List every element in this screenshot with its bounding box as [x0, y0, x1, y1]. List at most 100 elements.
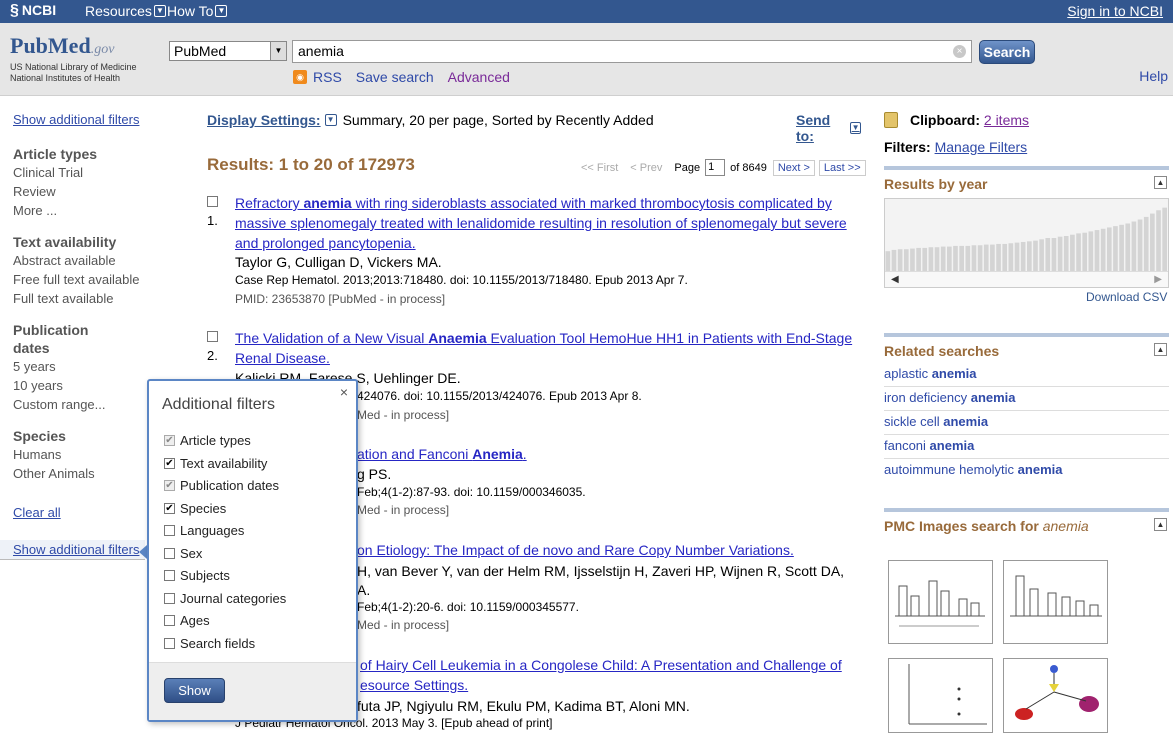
resources-menu[interactable]: Resources ▼ — [85, 3, 166, 19]
clipboard-items-link[interactable]: 2 items — [984, 112, 1029, 128]
year-bar[interactable] — [990, 244, 995, 271]
result-title-link[interactable]: ation and Fanconi Anemia. — [357, 444, 837, 464]
year-bar[interactable] — [910, 248, 915, 271]
show-additional-filters-link[interactable]: Show additional filters — [13, 112, 148, 127]
filter-option-subjects[interactable]: Subjects — [164, 568, 230, 583]
filter-option-checkbox[interactable]: ✔ — [164, 480, 175, 491]
year-bar[interactable] — [1106, 227, 1112, 271]
year-bar[interactable] — [1113, 226, 1118, 271]
year-bar[interactable] — [1131, 221, 1137, 272]
year-bar[interactable] — [1156, 210, 1161, 271]
filter-option-search-fields[interactable]: Search fields — [164, 636, 255, 651]
search-button[interactable]: Search — [979, 40, 1035, 64]
pubmed-logo[interactable]: PubMed.gov US National Library of Medici… — [10, 33, 137, 84]
year-bar[interactable] — [1082, 232, 1088, 271]
help-link[interactable]: Help — [1139, 68, 1168, 84]
filter-option-checkbox[interactable] — [164, 615, 175, 626]
year-bar[interactable] — [934, 247, 940, 271]
year-bar[interactable] — [1002, 243, 1008, 271]
related-search-link[interactable]: sickle cell anemia — [884, 411, 1169, 435]
year-bar[interactable] — [1014, 242, 1020, 271]
year-bar[interactable] — [903, 249, 909, 271]
database-select[interactable]: PubMed ▼ — [169, 41, 287, 61]
year-bar[interactable] — [885, 251, 891, 271]
scroll-left-icon[interactable]: ◀ — [891, 274, 899, 285]
collapse-icon[interactable]: ▲ — [1154, 518, 1167, 531]
prev-page-link[interactable]: < Prev — [630, 162, 662, 174]
filter-option-checkbox[interactable]: ✔ — [164, 502, 175, 514]
filter-option-checkbox[interactable]: ✔ — [164, 457, 175, 469]
filter-option-species[interactable]: ✔ Species — [164, 501, 226, 516]
filter-option-checkbox[interactable] — [164, 525, 175, 536]
year-bar[interactable] — [1051, 238, 1057, 271]
filter-humans[interactable]: Humans — [13, 445, 148, 464]
close-icon[interactable]: × — [340, 384, 348, 400]
show-button[interactable]: Show — [164, 678, 225, 703]
clear-search-icon[interactable]: × — [953, 45, 966, 58]
result-title-link[interactable]: The Validation of a New Visual Anaemia E… — [235, 328, 857, 368]
page-number-input[interactable]: 1 — [705, 159, 726, 176]
year-bar[interactable] — [1137, 219, 1143, 271]
filter-10-years[interactable]: 10 years — [13, 376, 148, 395]
result-title-link[interactable]: on Etiology: The Impact of de novo and R… — [357, 540, 837, 560]
result-checkbox[interactable] — [207, 196, 218, 207]
filter-free-full-text[interactable]: Free full text available — [13, 270, 148, 289]
year-bar[interactable] — [1027, 241, 1032, 271]
filter-option-ages[interactable]: Ages — [164, 613, 210, 628]
filter-option-languages[interactable]: Languages — [164, 523, 244, 538]
year-bar[interactable] — [1088, 231, 1094, 271]
next-page-button[interactable]: Next > — [772, 159, 815, 176]
rss-link[interactable]: RSS — [313, 69, 342, 85]
pmc-image-thumbnail[interactable] — [1003, 560, 1108, 644]
year-bar[interactable] — [977, 245, 983, 271]
display-settings[interactable]: Display Settings: ▼ Summary, 20 per page… — [207, 112, 654, 128]
related-search-link[interactable]: autoimmune hemolytic anemia — [884, 459, 1169, 483]
year-bar[interactable] — [1020, 241, 1026, 271]
related-search-link[interactable]: iron deficiency anemia — [884, 387, 1169, 411]
chart-scrollbar[interactable]: ◀ ▶ — [885, 271, 1168, 287]
year-bar[interactable] — [1057, 236, 1063, 271]
year-bar[interactable] — [1039, 239, 1044, 271]
filter-5-years[interactable]: 5 years — [13, 357, 148, 376]
last-page-button[interactable]: Last >> — [818, 159, 866, 176]
show-additional-filters-active-link[interactable]: Show additional filters — [0, 540, 145, 560]
first-page-link[interactable]: << First — [581, 162, 618, 174]
collapse-icon[interactable]: ▲ — [1154, 343, 1167, 356]
year-bar[interactable] — [897, 249, 903, 271]
result-title-link[interactable]: of Hairy Cell Leukemia in a Congolese Ch… — [360, 655, 860, 695]
filter-option-checkbox[interactable] — [164, 637, 175, 649]
year-bar[interactable] — [953, 245, 958, 271]
filter-option-checkbox[interactable] — [164, 547, 175, 559]
year-bar[interactable] — [1125, 223, 1131, 271]
related-search-link[interactable]: fanconi anemia — [884, 435, 1169, 459]
advanced-search-link[interactable]: Advanced — [448, 69, 510, 85]
year-bar[interactable] — [1070, 234, 1075, 271]
filter-more[interactable]: More ... — [13, 201, 148, 220]
chevron-down-icon[interactable]: ▼ — [324, 114, 337, 126]
filter-option-journal-categories[interactable]: Journal categories — [164, 591, 286, 606]
result-title-link[interactable]: Refractory anemia with ring sideroblasts… — [235, 193, 857, 253]
filter-option-article-types[interactable]: ✔ Article types — [164, 433, 251, 448]
filter-review[interactable]: Review — [13, 182, 148, 201]
year-bar[interactable] — [1045, 238, 1051, 271]
filter-option-publication-dates[interactable]: ✔ Publication dates — [164, 478, 279, 493]
manage-filters-link[interactable]: Manage Filters — [935, 139, 1028, 155]
filter-full-text[interactable]: Full text available — [13, 289, 148, 308]
year-bar[interactable] — [959, 245, 964, 271]
year-bar[interactable] — [922, 247, 928, 271]
filter-custom-range[interactable]: Custom range... — [13, 395, 148, 414]
pmc-image-thumbnail[interactable] — [888, 658, 993, 733]
year-bar[interactable] — [916, 247, 921, 271]
collapse-icon[interactable]: ▲ — [1154, 176, 1167, 189]
rss-icon[interactable]: ◉ — [293, 70, 307, 84]
save-search-link[interactable]: Save search — [356, 69, 434, 85]
year-bar[interactable] — [947, 246, 952, 271]
year-bar[interactable] — [1100, 228, 1106, 271]
year-bar[interactable] — [1063, 236, 1069, 271]
filter-clinical-trial[interactable]: Clinical Trial — [13, 163, 148, 182]
year-bar[interactable] — [1119, 224, 1124, 271]
year-bar[interactable] — [1150, 213, 1155, 271]
year-bar[interactable] — [1033, 240, 1038, 271]
download-csv-link[interactable]: Download CSV — [1086, 290, 1167, 304]
filter-option-text-availability[interactable]: ✔ Text availability — [164, 456, 267, 471]
